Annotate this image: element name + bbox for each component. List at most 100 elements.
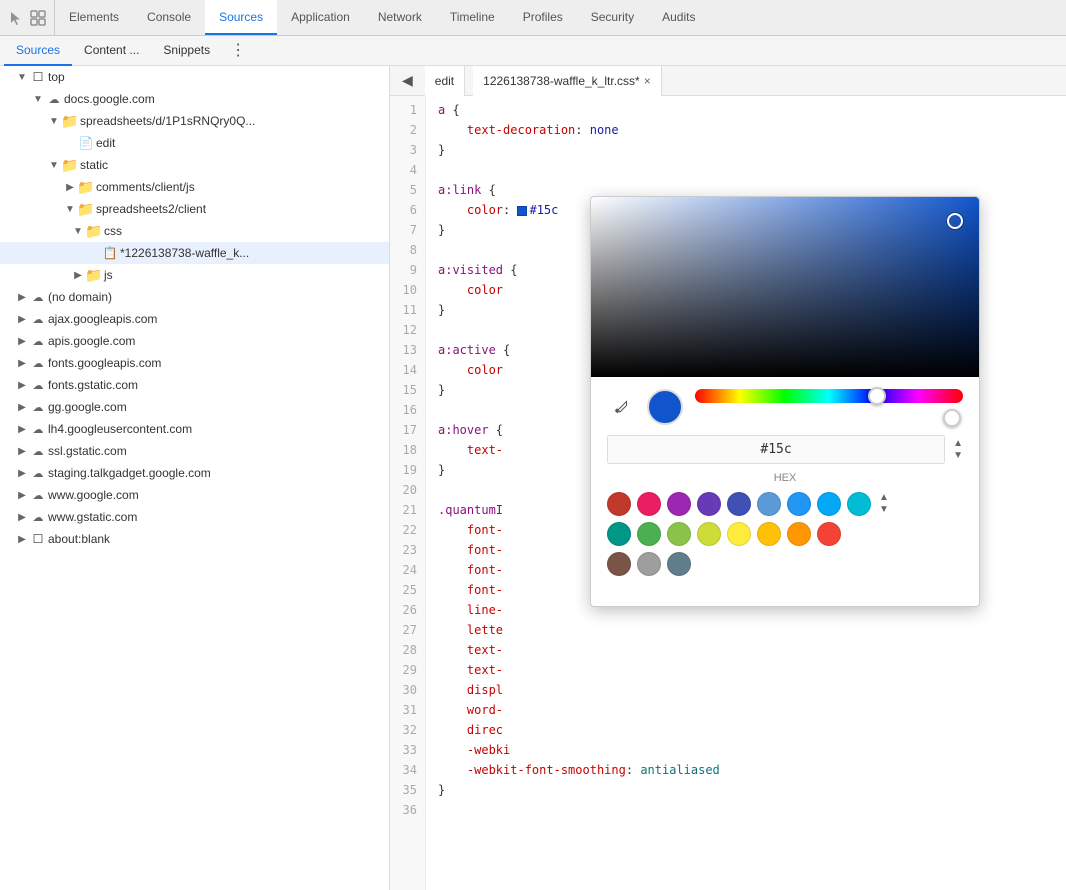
tab-audits[interactable]: Audits — [648, 0, 709, 35]
hue-thumb[interactable] — [868, 387, 886, 405]
sec-tab-content[interactable]: Content ... — [72, 36, 151, 66]
tree-arrow-fonts-gstatic: ▶ — [16, 380, 28, 391]
color-preview-circle — [647, 389, 683, 425]
cursor-icon[interactable] — [8, 10, 24, 26]
color-swatch-15c[interactable] — [517, 206, 527, 216]
tab-console[interactable]: Console — [133, 0, 205, 35]
code-area: 12345 678910 1112131415 1617181920 21222… — [390, 96, 1066, 890]
swatch-indigo[interactable] — [727, 492, 751, 516]
swatch-pink[interactable] — [637, 492, 661, 516]
tree-item-css[interactable]: ▼ 📁 css — [0, 220, 389, 242]
swatch-green[interactable] — [637, 522, 661, 546]
tree-item-static[interactable]: ▼ 📁 static — [0, 154, 389, 176]
tree-item-www-gstatic[interactable]: ▶ ☁ www.gstatic.com — [0, 506, 389, 528]
tree-arrow-fonts-googleapis: ▶ — [16, 358, 28, 369]
editor-tab-edit[interactable]: edit — [425, 66, 465, 96]
swatch-blue[interactable] — [787, 492, 811, 516]
swatch-lime[interactable] — [697, 522, 721, 546]
swatch-purple[interactable] — [667, 492, 691, 516]
tab-network[interactable]: Network — [364, 0, 436, 35]
tree-item-staging[interactable]: ▶ ☁ staging.talkgadget.google.com — [0, 462, 389, 484]
tab-elements[interactable]: Elements — [55, 0, 133, 35]
cloud-icon-apis: ☁ — [30, 333, 46, 349]
tab-timeline[interactable]: Timeline — [436, 0, 509, 35]
alpha-slider[interactable] — [695, 411, 963, 425]
hex-down-arrow[interactable]: ▼ — [953, 451, 963, 461]
swatch-light-green[interactable] — [667, 522, 691, 546]
cloud-icon-no-domain: ☁ — [30, 289, 46, 305]
tree-label-top: top — [48, 70, 65, 84]
tree-item-about-blank[interactable]: ▶ ☐ about:blank — [0, 528, 389, 550]
tree-arrow-spreadsheets2: ▼ — [64, 204, 76, 215]
picker-controls — [607, 389, 963, 425]
hex-input-row: ▲ ▼ — [607, 435, 963, 464]
tab-sources[interactable]: Sources — [205, 0, 277, 35]
tree-item-waffle-css[interactable]: 📋 *1226138738-waffle_k... — [0, 242, 389, 264]
tree-item-fonts-googleapis[interactable]: ▶ ☁ fonts.googleapis.com — [0, 352, 389, 374]
alpha-thumb[interactable] — [943, 409, 961, 427]
swatch-cyan[interactable] — [847, 492, 871, 516]
tree-label-ssl: ssl.gstatic.com — [48, 444, 127, 458]
swatch-grey[interactable] — [637, 552, 661, 576]
inspect-icon[interactable] — [30, 10, 46, 26]
tab-application[interactable]: Application — [277, 0, 364, 35]
tree-item-fonts-gstatic[interactable]: ▶ ☁ fonts.gstatic.com — [0, 374, 389, 396]
swatches-up-arrow[interactable]: ▲ — [879, 493, 889, 503]
tree-item-top[interactable]: ▼ ☐ top — [0, 66, 389, 88]
color-gradient-area[interactable] — [591, 197, 979, 377]
tree-item-ssl[interactable]: ▶ ☁ ssl.gstatic.com — [0, 440, 389, 462]
tree-item-edit[interactable]: 📄 edit — [0, 132, 389, 154]
swatch-orange[interactable] — [787, 522, 811, 546]
swatch-amber[interactable] — [757, 522, 781, 546]
folder-icon-static: 📁 — [62, 157, 78, 173]
close-tab-button[interactable]: × — [644, 74, 651, 88]
cloud-icon-ajax: ☁ — [30, 311, 46, 327]
sidebar-toggle-button[interactable]: ◀ — [398, 70, 417, 91]
tree-label-about: about:blank — [48, 532, 110, 546]
tab-security[interactable]: Security — [577, 0, 648, 35]
color-picker-popup: ▲ ▼ HEX — [590, 196, 980, 607]
swatch-deep-purple[interactable] — [697, 492, 721, 516]
hue-slider[interactable] — [695, 389, 963, 403]
cloud-icon-www-gstatic: ☁ — [30, 509, 46, 525]
tree-item-docs-google[interactable]: ▼ ☁ docs.google.com — [0, 88, 389, 110]
tree-arrow-top: ▼ — [16, 72, 28, 83]
swatch-brown[interactable] — [607, 552, 631, 576]
devtools-icon-group — [0, 0, 55, 35]
tree-item-gg-google[interactable]: ▶ ☁ gg.google.com — [0, 396, 389, 418]
folder-icon-spreadsheets: 📁 — [62, 113, 78, 129]
hex-stepper[interactable]: ▲ ▼ — [953, 439, 963, 461]
hex-input[interactable] — [607, 435, 945, 464]
tree-item-spreadsheets[interactable]: ▼ 📁 spreadsheets/d/1P1sRNQry0Q... — [0, 110, 389, 132]
swatch-yellow[interactable] — [727, 522, 751, 546]
main-layout: ▼ ☐ top ▼ ☁ docs.google.com ▼ 📁 spreadsh… — [0, 66, 1066, 890]
swatches-stepper-1[interactable]: ▲ ▼ — [879, 493, 889, 515]
more-tabs-button[interactable]: ⋮ — [222, 36, 254, 66]
swatch-light-blue[interactable] — [817, 492, 841, 516]
color-gradient-handle[interactable] — [947, 213, 963, 229]
swatch-red[interactable] — [607, 492, 631, 516]
swatches-down-arrow[interactable]: ▼ — [879, 505, 889, 515]
tree-item-comments-client[interactable]: ▶ 📁 comments/client/js — [0, 176, 389, 198]
tree-arrow-lh4: ▶ — [16, 424, 28, 435]
swatch-blue-grey[interactable] — [667, 552, 691, 576]
swatch-teal[interactable] — [607, 522, 631, 546]
tree-label-edit: edit — [96, 136, 115, 150]
tree-item-no-domain[interactable]: ▶ ☁ (no domain) — [0, 286, 389, 308]
tree-item-apis[interactable]: ▶ ☁ apis.google.com — [0, 330, 389, 352]
tree-label-docs: docs.google.com — [64, 92, 155, 106]
tree-item-www-google[interactable]: ▶ ☁ www.google.com — [0, 484, 389, 506]
swatch-deep-orange[interactable] — [817, 522, 841, 546]
tree-item-ajax[interactable]: ▶ ☁ ajax.googleapis.com — [0, 308, 389, 330]
tab-profiles[interactable]: Profiles — [509, 0, 577, 35]
sec-tab-snippets[interactable]: Snippets — [151, 36, 222, 66]
editor-tab-waffle[interactable]: 1226138738-waffle_k_ltr.css* × — [473, 66, 662, 96]
tree-label-comments: comments/client/js — [96, 180, 195, 194]
hex-up-arrow[interactable]: ▲ — [953, 439, 963, 449]
eyedropper-button[interactable] — [607, 393, 635, 421]
swatch-blue-light[interactable] — [757, 492, 781, 516]
tree-item-js[interactable]: ▶ 📁 js — [0, 264, 389, 286]
tree-item-spreadsheets2[interactable]: ▼ 📁 spreadsheets2/client — [0, 198, 389, 220]
sec-tab-sources[interactable]: Sources — [4, 36, 72, 66]
tree-item-lh4[interactable]: ▶ ☁ lh4.googleusercontent.com — [0, 418, 389, 440]
